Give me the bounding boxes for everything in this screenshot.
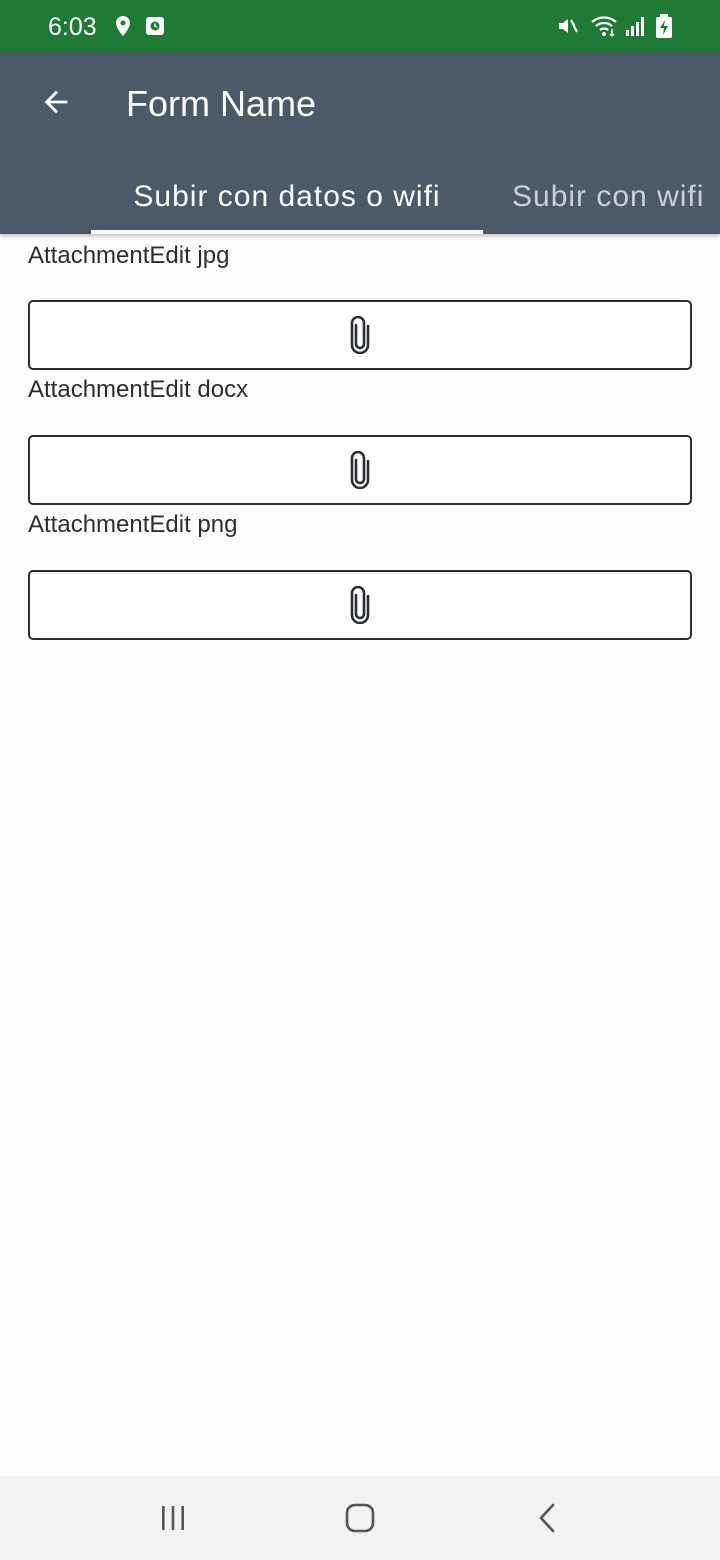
nav-back-button[interactable] [518, 1490, 578, 1546]
back-icon [539, 1503, 555, 1533]
tab-label: Subir con datos o wifi [133, 180, 441, 213]
screen-record-icon [143, 14, 167, 38]
home-button[interactable] [330, 1490, 390, 1546]
tab-subir-con-datos-o-wifi[interactable]: Subir con datos o wifi [91, 160, 483, 234]
battery-charging-icon [654, 14, 678, 38]
mute-icon [556, 14, 580, 38]
home-icon [345, 1503, 375, 1533]
status-time: 6:03 [48, 13, 97, 41]
paperclip-icon [350, 586, 370, 624]
tab-subir-con-wifi[interactable]: Subir con wifi [512, 160, 720, 234]
wifi-icon [590, 14, 617, 38]
status-bar: 6:03 [0, 0, 720, 52]
attach-png-button[interactable] [28, 570, 692, 640]
app-bar: Form Name Subir con datos o wifi Subir c… [0, 52, 720, 234]
location-icon [111, 14, 135, 38]
recent-apps-button[interactable] [143, 1490, 203, 1546]
recent-apps-icon [162, 1506, 184, 1530]
system-nav-bar [0, 1476, 720, 1560]
field-label-jpg: AttachmentEdit jpg [28, 242, 230, 269]
tab-indicator [91, 230, 483, 234]
back-button[interactable] [30, 80, 82, 124]
arrow-back-icon [44, 90, 68, 114]
paperclip-icon [350, 451, 370, 489]
attach-jpg-button[interactable] [28, 300, 692, 370]
tab-label: Subir con wifi [512, 180, 705, 213]
paperclip-icon [350, 316, 370, 354]
field-label-png: AttachmentEdit png [28, 511, 238, 538]
attach-docx-button[interactable] [28, 435, 692, 505]
field-label-docx: AttachmentEdit docx [28, 376, 249, 403]
page-title: Form Name [126, 83, 317, 124]
signal-icon [623, 14, 647, 38]
